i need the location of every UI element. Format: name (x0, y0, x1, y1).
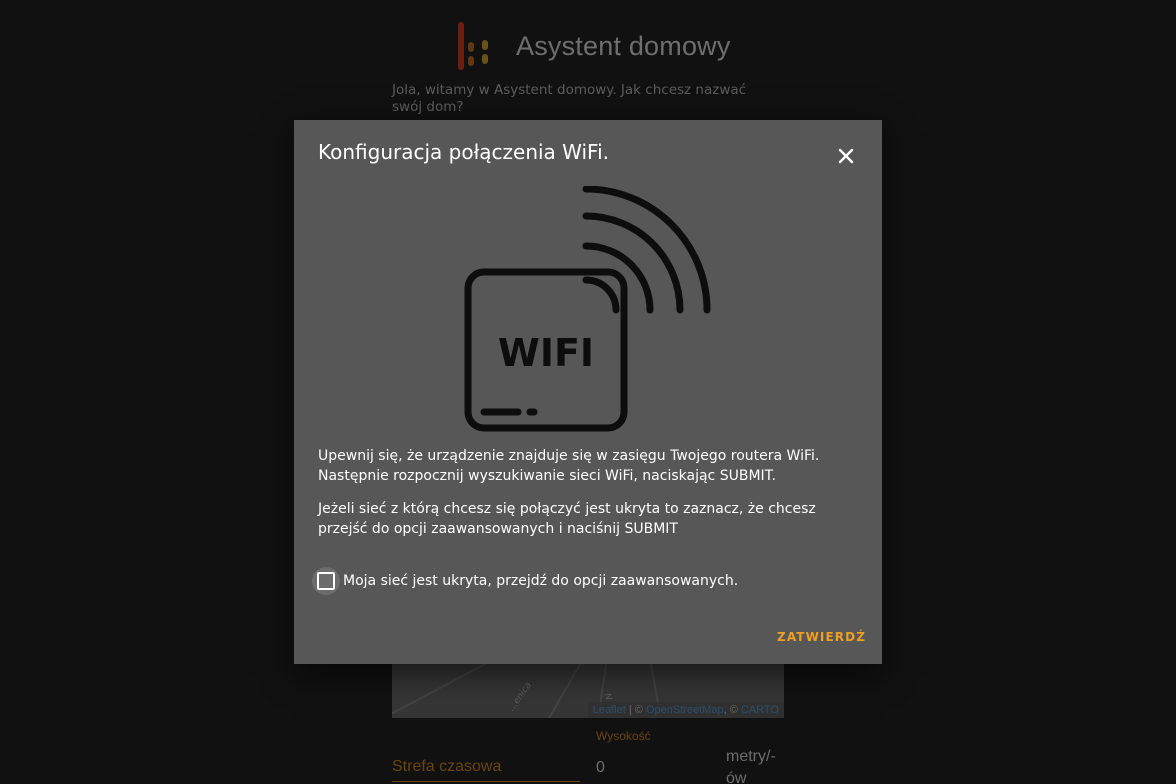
wifi-label: WIFI (498, 331, 594, 375)
attribution-separator: | © (625, 704, 646, 716)
hidden-network-checkbox[interactable] (312, 567, 340, 595)
hidden-network-label[interactable]: Moja sieć jest ukryta, przejdź do opcji … (343, 573, 738, 589)
openstreetmap-link[interactable]: OpenStreetMap (646, 704, 724, 716)
timezone-underline (392, 781, 580, 782)
app-header: Asystent domowy (456, 18, 731, 74)
elevation-input[interactable]: 0 (596, 759, 605, 777)
welcome-text: Jola, witamy w Asystent domowy. Jak chce… (392, 82, 747, 115)
dialog-description-1: Upewnij się, że urządzenie znajduje się … (318, 448, 820, 484)
hidden-network-option[interactable]: Moja sieć jest ukryta, przejdź do opcji … (312, 567, 738, 595)
close-icon[interactable] (832, 142, 860, 170)
attribution-separator: , © (723, 704, 741, 716)
home-assistant-logo (458, 22, 488, 70)
wifi-config-dialog: Konfiguracja połączenia WiFi. WIFI Upewn… (294, 120, 882, 664)
map-street-label: ...enica (506, 680, 534, 714)
map-attribution: Leaflet | © OpenStreetMap, © CARTO (587, 702, 784, 718)
leaflet-link[interactable]: Leaflet (593, 704, 626, 716)
map-street-label: N (601, 692, 614, 702)
submit-button[interactable]: ZATWIERDŹ (777, 626, 866, 648)
elevation-label: Wysokość (596, 729, 651, 743)
dialog-title: Konfiguracja połączenia WiFi. (318, 140, 610, 164)
app-title: Asystent domowy (516, 30, 731, 61)
dialog-description-2: Jeżeli sieć z którą chcesz się połączyć … (318, 501, 816, 537)
carto-link[interactable]: CARTO (741, 704, 779, 716)
elevation-unit: metry/-ów (726, 748, 776, 784)
wifi-router-icon: WIFI (464, 186, 711, 432)
timezone-select[interactable]: Strefa czasowa (392, 758, 501, 776)
checkbox-box (317, 572, 335, 590)
onboarding-page: Asystent domowy Jola, witamy w Asystent … (0, 0, 1176, 784)
